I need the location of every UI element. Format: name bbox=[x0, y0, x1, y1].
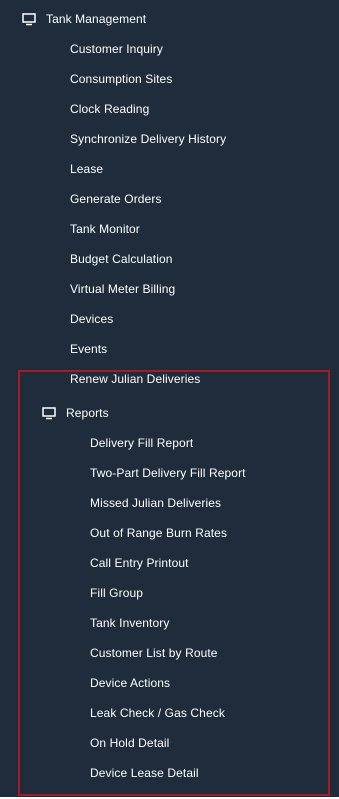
menu-item-on-hold-detail[interactable]: On Hold Detail bbox=[0, 728, 339, 758]
menu-item-label: Consumption Sites bbox=[70, 72, 173, 86]
menu-item-label: Two-Part Delivery Fill Report bbox=[90, 466, 246, 480]
menu-item-synchronize-delivery-history[interactable]: Synchronize Delivery History bbox=[0, 124, 339, 154]
menu-item-out-of-range-burn-rates[interactable]: Out of Range Burn Rates bbox=[0, 518, 339, 548]
tank-management-menu: Tank Management Customer Inquiry Consump… bbox=[0, 0, 339, 799]
menu-item-label: Device Actions bbox=[90, 676, 171, 690]
menu-item-label: On Hold Detail bbox=[90, 736, 170, 750]
menu-item-tank-inventory[interactable]: Tank Inventory bbox=[0, 608, 339, 638]
menu-item-label: Budget Calculation bbox=[70, 252, 173, 266]
menu-item-leak-check-gas-check[interactable]: Leak Check / Gas Check bbox=[0, 698, 339, 728]
menu-item-tank-monitor[interactable]: Tank Monitor bbox=[0, 214, 339, 244]
menu-item-lease[interactable]: Lease bbox=[0, 154, 339, 184]
menu-item-label: Virtual Meter Billing bbox=[70, 282, 176, 296]
menu-item-generate-orders[interactable]: Generate Orders bbox=[0, 184, 339, 214]
menu-item-label: Fill Group bbox=[90, 586, 144, 600]
menu-item-label: Delivery Fill Report bbox=[90, 436, 194, 450]
menu-item-label: Devices bbox=[70, 312, 114, 326]
menu-item-label: Clock Reading bbox=[70, 102, 150, 116]
menu-item-virtual-meter-billing[interactable]: Virtual Meter Billing bbox=[0, 274, 339, 304]
menu-item-fill-group[interactable]: Fill Group bbox=[0, 578, 339, 608]
menu-item-call-entry-printout[interactable]: Call Entry Printout bbox=[0, 548, 339, 578]
menu-item-customer-inquiry[interactable]: Customer Inquiry bbox=[0, 34, 339, 64]
menu-reports[interactable]: Reports bbox=[0, 398, 339, 428]
menu-item-events[interactable]: Events bbox=[0, 334, 339, 364]
menu-item-label: Tank Inventory bbox=[90, 616, 170, 630]
menu-item-consumption-sites[interactable]: Consumption Sites bbox=[0, 64, 339, 94]
menu-item-missed-julian-deliveries[interactable]: Missed Julian Deliveries bbox=[0, 488, 339, 518]
menu-item-label: Lease bbox=[70, 162, 104, 176]
menu-item-label: Call Entry Printout bbox=[90, 556, 189, 570]
menu-item-clock-reading[interactable]: Clock Reading bbox=[0, 94, 339, 124]
monitor-icon bbox=[22, 13, 36, 26]
menu-item-customer-list-by-route[interactable]: Customer List by Route bbox=[0, 638, 339, 668]
monitor-icon bbox=[42, 407, 56, 420]
menu-item-devices[interactable]: Devices bbox=[0, 304, 339, 334]
menu-item-label: Missed Julian Deliveries bbox=[90, 496, 222, 510]
menu-item-label: Generate Orders bbox=[70, 192, 162, 206]
menu-item-label: Tank Monitor bbox=[70, 222, 140, 236]
menu-item-device-actions[interactable]: Device Actions bbox=[0, 668, 339, 698]
menu-tank-management[interactable]: Tank Management bbox=[0, 4, 339, 34]
menu-item-label: Events bbox=[70, 342, 108, 356]
menu-item-label: Device Lease Detail bbox=[90, 766, 199, 780]
menu-item-two-part-delivery-fill-report[interactable]: Two-Part Delivery Fill Report bbox=[0, 458, 339, 488]
menu-reports-label: Reports bbox=[66, 406, 109, 420]
menu-item-label: Leak Check / Gas Check bbox=[90, 706, 225, 720]
menu-item-label: Customer Inquiry bbox=[70, 42, 163, 56]
menu-item-budget-calculation[interactable]: Budget Calculation bbox=[0, 244, 339, 274]
menu-item-label: Customer List by Route bbox=[90, 646, 218, 660]
menu-item-device-lease-detail[interactable]: Device Lease Detail bbox=[0, 758, 339, 788]
menu-item-label: Out of Range Burn Rates bbox=[90, 526, 228, 540]
menu-item-label: Synchronize Delivery History bbox=[70, 132, 227, 146]
menu-tank-management-label: Tank Management bbox=[46, 12, 147, 26]
menu-item-delivery-fill-report[interactable]: Delivery Fill Report bbox=[0, 428, 339, 458]
